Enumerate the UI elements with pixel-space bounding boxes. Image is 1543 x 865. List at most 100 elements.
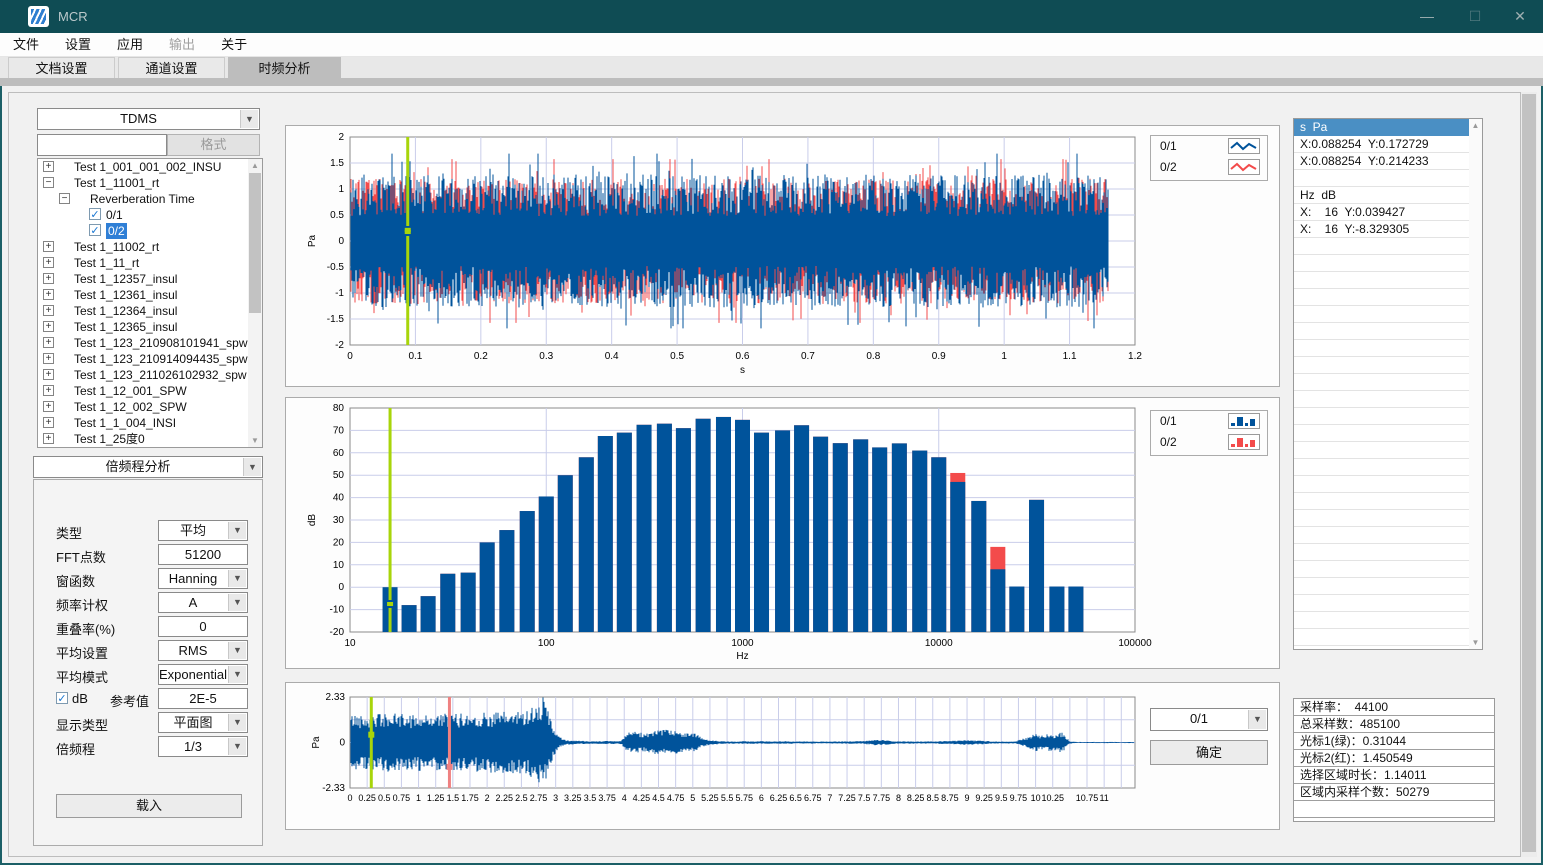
file-format-select[interactable]: TDMS ▼ [37, 108, 260, 130]
tree-item[interactable]: +Test 1_12_002_SPW [38, 399, 262, 415]
svg-text:11: 11 [1099, 793, 1108, 803]
expand-icon[interactable]: + [43, 161, 54, 172]
svg-text:6.5: 6.5 [789, 793, 802, 803]
tab-bar: 文档设置通道设置时频分析 [0, 57, 1543, 78]
tab-文档设置[interactable]: 文档设置 [8, 57, 115, 78]
format-button[interactable]: 格式 [167, 134, 260, 156]
cursor-readout-list[interactable]: s PaX:0.088254 Y:0.172729X:0.088254 Y:0.… [1293, 118, 1483, 650]
form-input-重叠率(%)[interactable]: 0 [158, 616, 248, 637]
expand-icon[interactable]: + [43, 385, 54, 396]
collapse-icon[interactable]: − [59, 193, 70, 204]
time-waveform-chart[interactable]: 21.510.50-0.5-1-1.5-200.10.20.30.40.50.6… [285, 125, 1280, 387]
form-row-参考值: ✓dB参考值2E-5 [34, 688, 264, 710]
menu-item-文件[interactable]: 文件 [0, 33, 52, 57]
tree-item[interactable]: +Test 1_12364_insul [38, 303, 262, 319]
form-select-窗函数[interactable]: Hanning▼ [158, 568, 248, 589]
menu-item-设置[interactable]: 设置 [52, 33, 104, 57]
form-select-显示类型[interactable]: 平面图▼ [158, 712, 248, 733]
tree-item[interactable]: +Test 1_25度0 [38, 431, 262, 447]
expand-icon[interactable]: + [43, 241, 54, 252]
overview-waveform-chart[interactable]: 00.250.50.7511.251.51.7522.252.52.7533.2… [285, 682, 1280, 830]
svg-text:3.25: 3.25 [564, 793, 582, 803]
line-series-icon [1228, 159, 1260, 175]
tree-item[interactable]: +Test 1_123_211026102932_spw [38, 367, 262, 383]
channel-checkbox[interactable]: ✓ [89, 224, 101, 236]
menu-item-应用[interactable]: 应用 [104, 33, 156, 57]
tree-item[interactable]: +Test 1_11_rt [38, 255, 262, 271]
confirm-button[interactable]: 确定 [1150, 740, 1268, 765]
tree-item[interactable]: +Test 1_123_210908101941_spw [38, 335, 262, 351]
readout-header: s Pa [1294, 119, 1482, 136]
svg-text:4.75: 4.75 [667, 793, 685, 803]
readout-row: X:0.088254 Y:0.172729 [1294, 136, 1482, 153]
svg-text:1.25: 1.25 [427, 793, 445, 803]
filter-input[interactable] [37, 134, 167, 156]
expand-icon[interactable]: + [43, 305, 54, 316]
scroll-down-icon[interactable]: ▼ [1469, 636, 1482, 649]
maximize-button[interactable]: ☐ [1452, 0, 1498, 33]
scroll-up-icon[interactable]: ▲ [1469, 119, 1482, 132]
tree-item[interactable]: +Test 1_12365_insul [38, 319, 262, 335]
load-button[interactable]: 载入 [56, 794, 242, 818]
tree-item[interactable]: +Test 1_12357_insul [38, 271, 262, 287]
tab-通道设置[interactable]: 通道设置 [118, 57, 225, 78]
overview-channel-select[interactable]: 0/1 ▼ [1150, 708, 1268, 731]
analysis-type-select[interactable]: 倍频程分析 ▼ [33, 456, 263, 478]
tree-scrollbar[interactable]: ▲ ▼ [248, 159, 262, 447]
form-input-FFT点数[interactable]: 51200 [158, 544, 248, 565]
expand-icon[interactable]: + [43, 353, 54, 364]
scroll-up-icon[interactable]: ▲ [248, 159, 262, 172]
tree-item[interactable]: −Test 1_11001_rt [38, 175, 262, 191]
info-row: 选择区域时长：1.14011 [1294, 767, 1494, 784]
form-select-频率计权[interactable]: A▼ [158, 592, 248, 613]
tree-item[interactable]: −Reverberation Time [38, 191, 262, 207]
svg-text:2: 2 [338, 132, 344, 143]
svg-text:100: 100 [538, 638, 555, 649]
tree-item[interactable]: +Test 1_12361_insul [38, 287, 262, 303]
form-input-参考值[interactable]: 2E-5 [158, 688, 248, 709]
scroll-down-icon[interactable]: ▼ [248, 434, 262, 447]
db-checkbox[interactable]: ✓ [56, 692, 68, 704]
tree-item[interactable]: +Test 1_11002_rt [38, 239, 262, 255]
form-select-平均模式[interactable]: Exponential▼ [158, 664, 248, 685]
close-button[interactable]: ✕ [1497, 0, 1543, 33]
tree-item[interactable]: +Test 1_1_004_INSI [38, 415, 262, 431]
expand-icon[interactable]: + [43, 433, 54, 444]
expand-icon[interactable]: + [43, 337, 54, 348]
minimize-button[interactable]: — [1404, 0, 1450, 33]
expand-icon[interactable]: + [43, 417, 54, 428]
svg-text:6: 6 [759, 793, 764, 803]
tree-item[interactable]: ✓0/1 [38, 207, 262, 223]
menu-item-输出[interactable]: 输出 [156, 33, 208, 57]
legend-label: 0/2 [1160, 160, 1177, 174]
legend-label: 0/1 [1160, 414, 1177, 428]
app-logo-icon [28, 6, 49, 27]
expand-icon[interactable]: + [43, 321, 54, 332]
tree-item[interactable]: +Test 1_123_210914094435_spw [38, 351, 262, 367]
spectrum-legend: 0/10/2 [1150, 410, 1268, 456]
svg-text:7.25: 7.25 [838, 793, 856, 803]
form-select-倍频程[interactable]: 1/3▼ [158, 736, 248, 757]
expand-icon[interactable]: + [43, 289, 54, 300]
expand-icon[interactable]: + [43, 273, 54, 284]
menu-item-关于[interactable]: 关于 [208, 33, 260, 57]
page-scrollbar[interactable] [1521, 92, 1537, 857]
expand-icon[interactable]: + [43, 401, 54, 412]
tree-item[interactable]: +Test 1_001_001_002_INSU [38, 159, 262, 175]
readout-row-empty [1294, 357, 1482, 374]
collapse-icon[interactable]: − [43, 177, 54, 188]
channel-checkbox[interactable]: ✓ [89, 208, 101, 220]
tree-item[interactable]: ✓0/2 [38, 223, 262, 239]
form-select-类型[interactable]: 平均▼ [158, 520, 248, 541]
tree-item[interactable]: +Test 1_12_001_SPW [38, 383, 262, 399]
svg-text:-1: -1 [335, 288, 344, 299]
app-title: MCR [58, 9, 88, 24]
spectrum-chart[interactable]: 80706050403020100-10-2010100100010000100… [285, 397, 1280, 669]
readout-scrollbar[interactable]: ▲ ▼ [1469, 119, 1482, 649]
expand-icon[interactable]: + [43, 257, 54, 268]
tab-时频分析[interactable]: 时频分析 [228, 57, 341, 78]
svg-text:7: 7 [827, 793, 832, 803]
file-tree[interactable]: +Test 1_001_001_002_INSU−Test 1_11001_rt… [37, 158, 263, 448]
form-select-平均设置[interactable]: RMS▼ [158, 640, 248, 661]
expand-icon[interactable]: + [43, 369, 54, 380]
